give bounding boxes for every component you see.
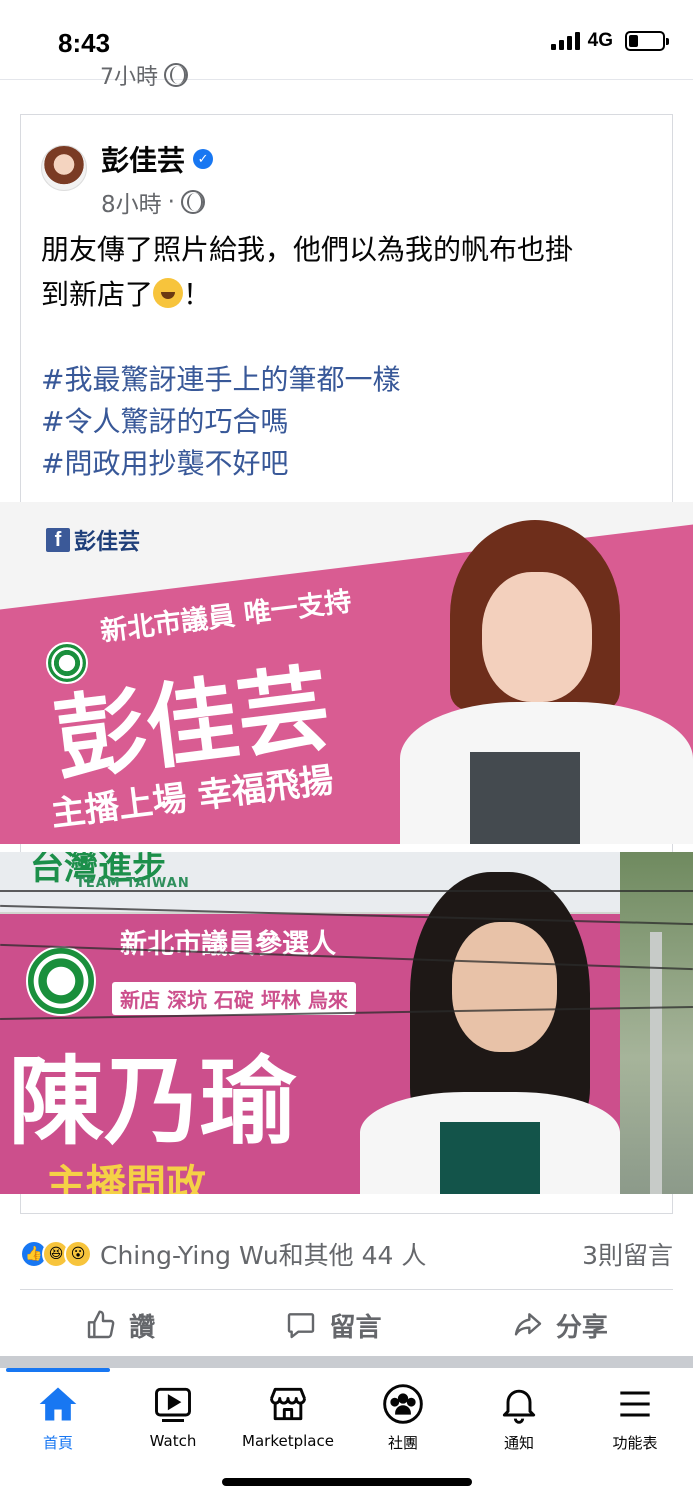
groups-icon [383,1384,423,1424]
banner-header-en: TEAM TAIWAN [76,876,190,891]
meta-separator: · [167,189,175,215]
battery-icon [625,31,669,51]
menu-icon [620,1391,650,1417]
hashtag-link[interactable]: #我最驚訝連手上的筆都一樣 [41,359,400,401]
wow-reaction-icon: 😮 [64,1240,92,1268]
reactions-row: 👍 😆 😮 Ching-Ying Wu和其他 44 人 3則留言 [20,1236,673,1272]
comments-count[interactable]: 3則留言 [582,1236,673,1272]
home-icon [39,1387,77,1421]
post-author-row: 彭佳芸 ✓ [101,139,214,179]
hashtag-list: #我最驚訝連手上的筆都一樣 #令人驚訝的巧合嗎 #問政用抄襲不好吧 [41,359,400,485]
banner-slogan: 主播問政 [46,1162,206,1194]
signal-icon [550,32,580,50]
candidate-face [482,572,592,702]
reactions-summary[interactable]: 👍 😆 😮 Ching-Ying Wu和其他 44 人 [20,1236,426,1272]
divider [20,1289,673,1290]
tab-menu[interactable]: 功能表 [577,1382,693,1453]
like-button[interactable]: 讚 [85,1307,155,1344]
tab-marketplace[interactable]: Marketplace [230,1382,346,1450]
home-indicator[interactable] [222,1478,472,1486]
reactions-names[interactable]: Ching-Ying Wu和其他 44 人 [100,1236,426,1272]
rofl-emoji-icon [153,278,184,308]
previous-post-time: 7小時 [100,62,188,88]
active-tab-indicator [6,1368,110,1372]
share-button-label: 分享 [555,1312,608,1343]
hashtag-link[interactable]: #令人驚訝的巧合嗎 [41,401,400,443]
utility-pole [650,932,662,1194]
thumbs-up-icon [87,1310,115,1339]
globe-icon [180,190,205,214]
hashtag-link[interactable]: #問政用抄襲不好吧 [41,443,400,485]
previous-post-globe-icon [164,63,188,87]
comment-button[interactable]: 留言 [285,1307,382,1344]
post-image-banner-top[interactable]: f 彭佳芸 新北市議員 唯一支持 彭佳芸 主播上場 幸福飛揚 [0,502,693,844]
tab-watch-label: Watch [149,1432,197,1450]
banner-districts: 新店 深坑 石碇 坪林 烏來 [112,982,356,1015]
post-meta: 8小時 · [101,185,205,219]
tab-home-label: 首頁 [42,1434,73,1452]
facebook-page-watermark: f 彭佳芸 [46,524,140,556]
comment-bubble-icon [288,1313,315,1339]
comment-button-label: 留言 [329,1312,382,1343]
feed-separator [0,1356,693,1368]
post-text-line-1: 朋友傳了照片給我，他們以為我的帆布也掛 [41,233,574,266]
candidate-face [452,922,557,1052]
facebook-logo-icon: f [46,528,70,552]
watermark-page-name: 彭佳芸 [74,530,141,555]
post-text-line-2: 到新店了 ！ [41,272,651,317]
network-type: 4G [587,30,613,51]
tab-groups-label: 社團 [387,1434,418,1452]
avatar[interactable] [41,145,87,191]
post-image-banner-bottom[interactable]: 台灣進步 TEAM TAIWAN 新北市議員參選人 新店 深坑 石碇 坪林 烏來… [0,852,693,1194]
post-time[interactable]: 8小時 [101,185,162,219]
tab-notifications[interactable]: 通知 [461,1382,577,1453]
tab-home[interactable]: 首頁 [0,1382,116,1453]
previous-post-time-text: 7小時 [100,65,158,88]
candidate-top [440,1122,540,1194]
watch-icon [155,1387,191,1422]
bell-icon [502,1389,536,1424]
status-time: 8:43 [58,28,111,58]
post-author-name[interactable]: 彭佳芸 [101,139,185,179]
share-button[interactable]: 分享 [512,1307,608,1344]
tab-groups[interactable]: 社團 [345,1382,461,1453]
tab-watch[interactable]: Watch [115,1382,231,1450]
candidate-top [470,752,580,844]
post-actions: 讚 留言 分享 [20,1300,673,1350]
post-text-line-2-part-2: ！ [183,278,212,311]
verified-badge-icon: ✓ [193,149,214,169]
tab-notifications-label: 通知 [503,1434,534,1452]
banner-candidate-name: 陳乃瑜 [8,1046,296,1158]
status-indicators: 4G [550,30,669,52]
like-button-label: 讚 [129,1312,156,1343]
post-text: 朋友傳了照片給我，他們以為我的帆布也掛 到新店了 ！ [41,227,651,317]
tab-menu-label: 功能表 [612,1434,658,1452]
share-arrow-icon [514,1313,542,1336]
tab-marketplace-label: Marketplace [242,1432,334,1450]
power-line [0,890,693,892]
marketplace-icon [270,1387,306,1421]
post-text-line-2-part-1: 到新店了 [41,278,154,311]
party-emblem-icon [26,946,96,1016]
